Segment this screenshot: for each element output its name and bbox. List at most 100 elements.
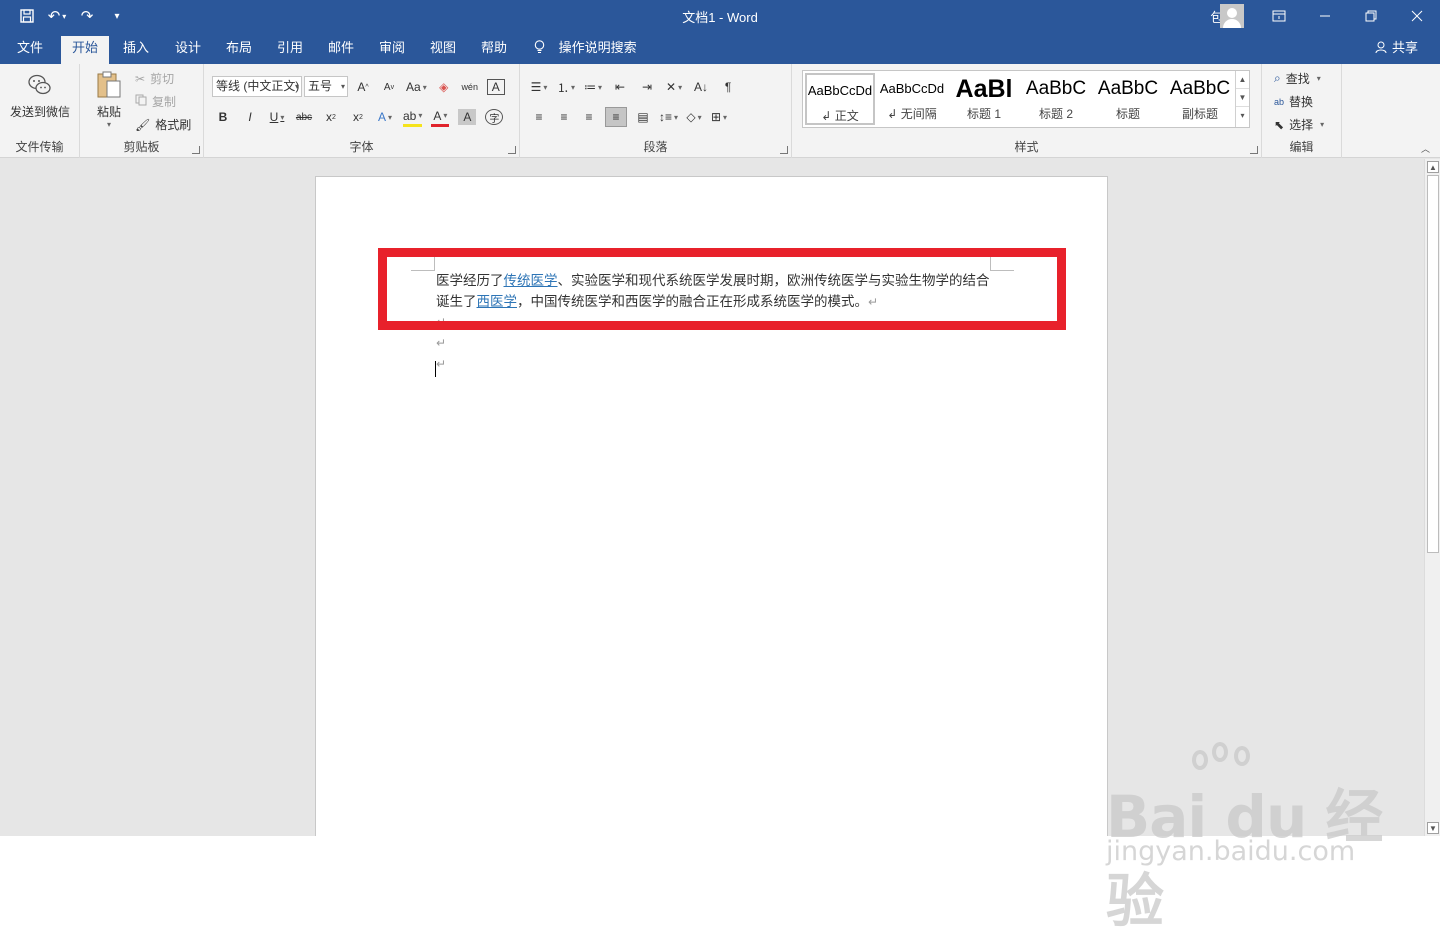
font-launcher-icon[interactable] — [508, 146, 516, 154]
tab-layout[interactable]: 布局 — [215, 32, 263, 64]
justify-icon[interactable]: ≡ — [605, 107, 627, 127]
subscript-icon[interactable]: x2 — [322, 107, 340, 127]
copy-button[interactable]: 复制 — [135, 93, 176, 110]
tab-home[interactable]: 开始 — [61, 36, 110, 64]
tab-references[interactable]: 引用 — [266, 32, 314, 64]
paste-button[interactable]: 粘贴 ▾ — [92, 70, 126, 129]
share-label: 共享 — [1391, 40, 1418, 55]
paragraph-mark[interactable]: ↵ — [436, 336, 446, 350]
bold-icon[interactable]: B — [214, 107, 232, 127]
chinese-layout-icon[interactable]: ✕ ▾ — [665, 77, 683, 97]
find-label: 查找 — [1285, 72, 1310, 86]
avatar[interactable] — [1220, 4, 1244, 28]
gallery-more-icon[interactable]: ▾ — [1236, 107, 1249, 125]
lightbulb-icon — [534, 40, 549, 55]
select-label: 选择 — [1289, 118, 1314, 132]
replace-button[interactable]: ab 替换 — [1274, 93, 1313, 110]
tab-mailings[interactable]: 邮件 — [317, 32, 365, 64]
underline-icon[interactable]: U ▾ — [268, 107, 286, 127]
align-center-icon[interactable]: ≡ — [555, 107, 573, 127]
hyperlink-traditional-medicine[interactable]: 传统医学 — [504, 273, 558, 289]
tab-help[interactable]: 帮助 — [470, 32, 518, 64]
margin-corner-top-left — [411, 255, 435, 271]
grow-font-icon[interactable]: A ^ — [354, 77, 372, 97]
borders-icon[interactable]: ⊞ ▾ — [710, 107, 728, 127]
increase-indent-icon[interactable]: ⇥ — [638, 77, 656, 97]
scroll-thumb[interactable] — [1427, 175, 1439, 553]
ribbon-tabs: 文件 开始 插入 设计 布局 引用 邮件 审阅 视图 帮助 操作说明搜索 共享 — [0, 32, 1440, 64]
font-size-combo[interactable]: 五号 ▾ — [304, 76, 348, 97]
tab-design[interactable]: 设计 — [164, 32, 212, 64]
tab-file[interactable]: 文件 — [6, 32, 54, 64]
group-paragraph: ☰ ▾ ⒈ ▾ ≔ ▾ ⇤ ⇥ ✕ ▾ A↓ ¶ ≡ ≡ ≡ ≡ ▤ ↕≡ ▾ ◇ ▾ ⊞ ▾… — [520, 64, 792, 158]
paste-dropdown-icon[interactable]: ▾ — [92, 120, 126, 129]
superscript-icon[interactable]: x2 — [349, 107, 367, 127]
document-page[interactable]: 医学经历了传统医学、实验医学和现代系统医学发展时期，欧洲传统医学与实验生物学的结… — [315, 176, 1108, 836]
text-effects-icon[interactable]: A ▾ — [376, 107, 394, 127]
numbering-icon[interactable]: ⒈ ▾ — [557, 77, 575, 97]
collapse-ribbon-icon[interactable]: ︿ — [1421, 142, 1430, 155]
bullets-icon[interactable]: ☰ ▾ — [530, 77, 548, 97]
paragraph-mark[interactable]: ↵ — [436, 315, 446, 329]
style-no-spacing[interactable]: AaBbCcDd ↲ 无间隔 — [877, 73, 947, 125]
highlight-color-icon[interactable]: ab ▾ — [403, 107, 423, 127]
shading-icon[interactable]: ◇ ▾ — [685, 107, 703, 127]
style-heading-2[interactable]: AaBbC 标题 2 — [1021, 73, 1091, 125]
find-button[interactable]: ⌕ 查找 ▾ — [1274, 70, 1321, 87]
scroll-down-icon[interactable]: ▼ — [1427, 822, 1439, 834]
font-name-combo[interactable]: 等线 (中文正文) ▾ — [212, 76, 302, 97]
scissors-icon: ✂ — [135, 71, 146, 86]
tab-insert[interactable]: 插入 — [112, 32, 160, 64]
show-marks-icon[interactable]: ¶ — [719, 77, 737, 97]
clipboard-launcher-icon[interactable] — [192, 146, 200, 154]
multilevel-list-icon[interactable]: ≔ ▾ — [584, 77, 602, 97]
style-subtitle[interactable]: AaBbC 副标题 — [1165, 73, 1235, 125]
paragraph-mark[interactable]: ↵ — [436, 357, 446, 371]
clear-formatting-icon[interactable]: ◈ — [435, 77, 453, 97]
cut-button[interactable]: ✂ 剪切 — [135, 70, 174, 87]
scroll-up-icon[interactable]: ▲ — [1427, 161, 1439, 173]
align-left-icon[interactable]: ≡ — [530, 107, 548, 127]
font-color-icon[interactable]: A ▾ — [431, 107, 450, 127]
document-area: 医学经历了传统医学、实验医学和现代系统医学发展时期，欧洲传统医学与实验生物学的结… — [0, 159, 1424, 836]
change-case-icon[interactable]: Aa ▾ — [406, 77, 427, 97]
ribbon-display-options-icon[interactable] — [1256, 0, 1302, 32]
styles-launcher-icon[interactable] — [1250, 146, 1258, 154]
style-normal[interactable]: AaBbCcDd ↲ 正文 — [805, 73, 875, 125]
hyperlink-western-medicine[interactable]: 西医学 — [477, 294, 518, 310]
character-shading-icon[interactable]: A — [458, 109, 477, 125]
gallery-down-icon[interactable]: ▼ — [1236, 89, 1249, 107]
group-file-transfer: 发送到微信 文件传输 — [0, 64, 80, 158]
minimize-icon[interactable] — [1302, 0, 1348, 32]
style-preview: AaBbCcDd — [807, 83, 873, 98]
select-button[interactable]: ⬉ 选择 ▾ — [1274, 116, 1324, 133]
share-button[interactable]: 共享 — [1375, 32, 1418, 64]
sort-icon[interactable]: A↓ — [692, 77, 710, 97]
text-run: 医学经历了 — [436, 273, 504, 289]
italic-icon[interactable]: I — [241, 107, 259, 127]
line-spacing-icon[interactable]: ↕≡ ▾ — [659, 107, 678, 127]
character-border-icon[interactable]: A — [486, 79, 505, 95]
paragraph-launcher-icon[interactable] — [780, 146, 788, 154]
phonetic-guide-icon[interactable]: wén — [461, 77, 479, 97]
align-right-icon[interactable]: ≡ — [580, 107, 598, 127]
text-run: ，中国传统医学和西医学的融合正在形成系统医学的模式。 — [517, 294, 868, 310]
style-preview: AaBbC — [1169, 78, 1231, 99]
tab-view[interactable]: 视图 — [419, 32, 467, 64]
decrease-indent-icon[interactable]: ⇤ — [611, 77, 629, 97]
enclose-characters-icon[interactable]: 字 — [485, 109, 504, 125]
tell-me-search[interactable]: 操作说明搜索 — [534, 32, 637, 64]
close-icon[interactable] — [1394, 0, 1440, 32]
gallery-up-icon[interactable]: ▲ — [1236, 71, 1249, 89]
paragraph-1[interactable]: 医学经历了传统医学、实验医学和现代系统医学发展时期，欧洲传统医学与实验生物学的结… — [436, 271, 996, 313]
distributed-icon[interactable]: ▤ — [634, 107, 652, 127]
style-heading-1[interactable]: AaBl 标题 1 — [949, 73, 1019, 125]
send-to-wechat-button[interactable]: 发送到微信 — [6, 72, 74, 120]
style-title[interactable]: AaBbC 标题 — [1093, 73, 1163, 125]
tab-review[interactable]: 审阅 — [368, 32, 416, 64]
restore-icon[interactable] — [1348, 0, 1394, 32]
shrink-font-icon[interactable]: Av — [380, 77, 398, 97]
vertical-scrollbar[interactable]: ▲ ▼ — [1424, 159, 1440, 836]
format-painter-button[interactable]: 🖌 格式刷 — [135, 116, 191, 133]
strikethrough-icon[interactable]: abc — [295, 107, 313, 127]
